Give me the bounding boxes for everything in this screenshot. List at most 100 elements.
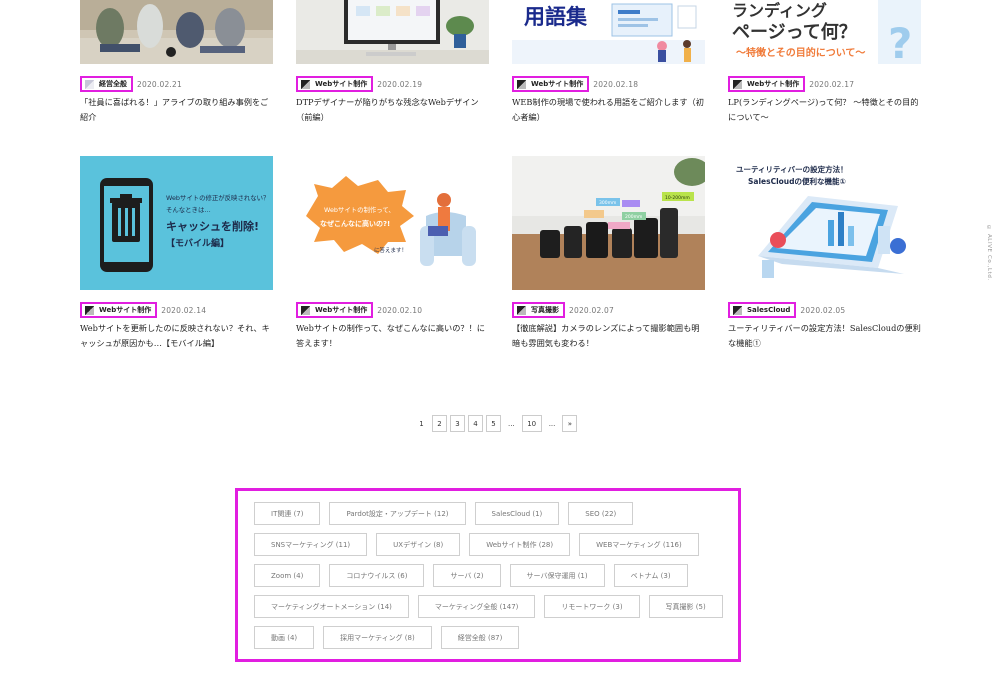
category-label[interactable]: Webサイト制作: [728, 76, 806, 92]
cache-clear-illustration: Webサイトの修正が反映されない？ そんなときは… キャッシュを削除! 【モバイ…: [80, 156, 273, 290]
category-icon: [733, 305, 742, 315]
post-date: 2020.02.21: [137, 79, 182, 89]
tag-link[interactable]: 写真撮影 (5): [648, 595, 723, 618]
tag-link[interactable]: リモートワーク (3): [544, 595, 640, 618]
tag-link[interactable]: SalesCloud (1): [474, 502, 560, 525]
pagination: 1 2 3 4 5 ... 10 ... »: [414, 415, 578, 432]
category-icon: [85, 79, 94, 89]
post-thumbnail[interactable]: 用語集: [512, 0, 705, 64]
post-thumbnail[interactable]: [80, 0, 273, 64]
post-date: 2020.02.10: [377, 305, 423, 315]
post-title[interactable]: LP(ランディングページ)って何？ 〜特徴とその目的について〜: [728, 95, 921, 124]
category-icon: [85, 305, 94, 315]
thumb-text: Webサイトの制作って、: [324, 205, 395, 214]
side-copyright: © ALIVE Co.,Ltd.: [986, 225, 992, 281]
tag-link[interactable]: WEBマーケティング (116): [579, 533, 699, 556]
desk-monitor-photo: [296, 0, 489, 64]
tag-link[interactable]: Webサイト制作 (28): [469, 533, 571, 556]
tag-link[interactable]: 経営全般 (87): [440, 626, 520, 649]
thumb-text: 【モバイル編】: [166, 237, 229, 249]
category-label[interactable]: Webサイト制作: [296, 302, 374, 318]
tag-link[interactable]: SNSマーケティング (11): [254, 533, 368, 556]
post-date: 2020.02.14: [161, 305, 207, 315]
post-thumbnail[interactable]: ユーティリティバーの設定方法！ SalesCloudの便利な機能①: [728, 156, 921, 290]
post-date: 2020.02.17: [809, 79, 855, 89]
page-link[interactable]: 2: [432, 415, 447, 432]
thumb-text: 10-200mm: [665, 195, 690, 201]
category-icon: [517, 79, 526, 89]
post-date: 2020.02.19: [377, 79, 423, 89]
thumb-text: Webサイトの修正が反映されない？: [166, 193, 269, 202]
tag-link[interactable]: 動画 (4): [254, 626, 315, 649]
post-title[interactable]: Webサイトを更新したのに反映されない？それ、キャッシュが原因かも…【モバイル編…: [80, 321, 273, 350]
category-icon: [733, 79, 742, 89]
next-page-button[interactable]: »: [562, 415, 578, 432]
tag-link[interactable]: IT関連 (7): [254, 502, 321, 525]
tag-row: 動画 (4) 採用マーケティング (8) 経営全般 (87): [254, 626, 520, 649]
tag-link[interactable]: 採用マーケティング (8): [323, 626, 432, 649]
post-title[interactable]: DTPデザイナーが陥りがちな残念なWebデザイン（前編）: [296, 95, 489, 124]
thumb-text: ページって何？: [732, 21, 857, 43]
page-current: 1: [414, 415, 429, 432]
category-label[interactable]: Webサイト制作: [296, 76, 374, 92]
thumb-text: キャッシュを削除!: [166, 219, 259, 233]
thumb-text: ユーティリティバーの設定方法！: [736, 164, 848, 174]
category-label[interactable]: Webサイト制作: [80, 302, 158, 318]
category-icon: [517, 305, 526, 315]
post-title[interactable]: 【徹底解説】カメラのレンズによって撮影範囲も明暗も雰囲気も変わる！: [512, 321, 705, 350]
category-label[interactable]: 写真撮影: [512, 302, 565, 318]
cost-question-illustration: Webサイトの制作って、 なぜこんなに高いの?! に答えます！: [296, 156, 489, 290]
tag-row: マーケティングオートメーション (14) マーケティング全般 (147) リモー…: [254, 595, 723, 618]
category-label[interactable]: Webサイト制作: [512, 76, 590, 92]
post-date: 2020.02.07: [569, 305, 614, 315]
post-date: 2020.02.18: [593, 79, 639, 89]
tag-link[interactable]: サーバ (2): [433, 564, 501, 587]
salescloud-laptop-illustration: ユーティリティバーの設定方法！ SalesCloudの便利な機能①: [728, 156, 921, 290]
page-ellipsis: ...: [504, 415, 519, 432]
tag-link[interactable]: SEO (22): [568, 502, 634, 525]
tag-link[interactable]: サーバ保守運用 (1): [509, 564, 605, 587]
tag-link[interactable]: Pardot設定・アップデート (12): [329, 502, 466, 525]
post-title[interactable]: WEB制作の現場で使われる用語をご紹介します（初心者編）: [512, 95, 705, 124]
glossary-illustration: 用語集: [512, 0, 705, 64]
post-title[interactable]: Webサイトの制作って、なぜこんなに高いの？！に答えます！: [296, 321, 489, 350]
tag-cloud: IT関連 (7) Pardot設定・アップデート (12) SalesCloud…: [235, 488, 741, 662]
page-link[interactable]: 10: [521, 415, 542, 432]
tag-link[interactable]: ベトナム (3): [613, 564, 688, 587]
svg-text:?: ?: [888, 19, 912, 64]
thumb-text: 300mm: [599, 200, 616, 206]
landing-page-banner: ランディング ページって何？ 〜特徴とその目的について〜 ?: [728, 0, 921, 64]
post-thumbnail[interactable]: ランディング ページって何？ 〜特徴とその目的について〜 ?: [728, 0, 921, 64]
tag-link[interactable]: マーケティングオートメーション (14): [254, 595, 409, 618]
post-thumbnail[interactable]: 300mm 200mm 10-200mm: [512, 156, 705, 290]
tag-link[interactable]: UXデザイン (8): [376, 533, 461, 556]
thumb-text: SalesCloudの便利な機能①: [748, 176, 847, 186]
post-thumbnail[interactable]: Webサイトの修正が反映されない？ そんなときは… キャッシュを削除! 【モバイ…: [80, 156, 273, 290]
thumb-text: ランディング: [732, 1, 827, 20]
thumb-text: 用語集: [524, 5, 588, 29]
page-link[interactable]: 3: [450, 415, 465, 432]
post-title[interactable]: 「社員に喜ばれる！」アライブの取り組み事例をご紹介: [80, 95, 273, 124]
camera-lenses-photo: 300mm 200mm 10-200mm: [512, 156, 705, 290]
tag-link[interactable]: コロナウイルス (6): [329, 564, 425, 587]
thumb-text: なぜこんなに高いの?!: [320, 219, 390, 228]
post-thumbnail[interactable]: Webサイトの制作って、 なぜこんなに高いの?! に答えます！: [296, 156, 489, 290]
post-title[interactable]: ユーティリティバーの設定方法！SalesCloudの便利な機能①: [728, 321, 921, 350]
category-label[interactable]: SalesCloud: [728, 302, 797, 318]
category-icon: [301, 305, 310, 315]
tag-link[interactable]: マーケティング全般 (147): [417, 595, 536, 618]
thumb-text: 〜特徴とその目的について〜: [736, 46, 865, 59]
category-icon: [301, 79, 310, 89]
tag-link[interactable]: Zoom (4): [254, 564, 321, 587]
page-link[interactable]: 5: [486, 415, 501, 432]
thumb-text: 200mm: [625, 214, 642, 220]
post-thumbnail[interactable]: [296, 0, 489, 64]
page-link[interactable]: 4: [468, 415, 483, 432]
tag-row: SNSマーケティング (11) UXデザイン (8) Webサイト制作 (28)…: [254, 533, 699, 556]
post-date: 2020.02.05: [800, 305, 846, 315]
office-photo: [80, 0, 273, 64]
category-label[interactable]: 経営全般: [80, 76, 133, 92]
tag-row: IT関連 (7) Pardot設定・アップデート (12) SalesCloud…: [254, 502, 634, 525]
thumb-text: に答えます！: [374, 246, 407, 254]
thumb-text: そんなときは…: [166, 206, 211, 214]
